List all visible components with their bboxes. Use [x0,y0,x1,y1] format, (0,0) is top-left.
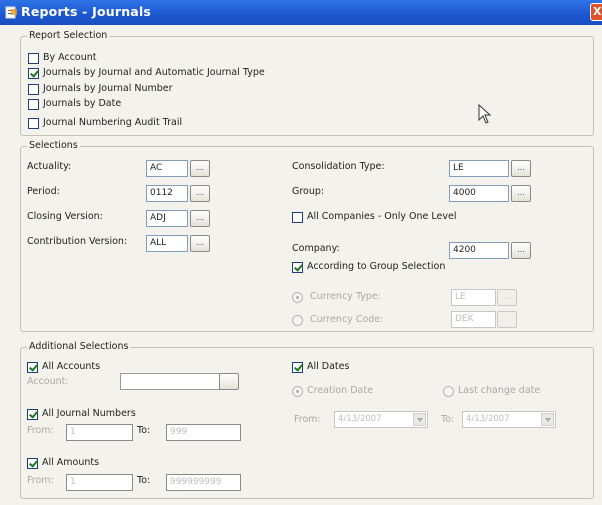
chevron-down-icon [413,413,426,426]
group-browse-button[interactable]: ... [511,185,531,202]
amount-from-label: From: [27,475,54,486]
audit-trail-checkbox[interactable] [28,118,39,129]
date-from-dropdown[interactable]: 4/13/2007 [334,411,428,428]
mouse-pointer-icon [478,104,492,124]
account-input[interactable] [120,373,220,390]
last-change-date-label: Last change date [458,385,541,396]
consolidation-type-input[interactable]: LE [449,160,509,177]
company-label: Company: [292,243,340,254]
company-input[interactable]: 4200 [449,242,509,259]
all-companies-label: All Companies - Only One Level [307,211,457,222]
all-journal-numbers-checkbox[interactable] [27,409,38,420]
journals-by-date-checkbox[interactable] [28,99,39,110]
according-to-group-checkbox[interactable] [292,262,303,273]
closing-version-label: Closing Version: [27,211,103,222]
currency-code-radio[interactable] [292,315,303,326]
group-label: Group: [292,186,325,197]
date-from-value: 4/13/2007 [338,414,382,424]
account-label: Account: [27,376,69,387]
currency-code-input[interactable]: DEK [451,311,496,328]
date-to-label: To: [441,414,455,425]
journals-by-type-label: Journals by Journal and Automatic Journa… [43,67,265,78]
all-amounts-checkbox[interactable] [27,458,38,469]
currency-code-label: Currency Code: [310,314,384,325]
journal-to-input[interactable]: 999 [166,424,241,441]
contribution-version-browse-button[interactable]: ... [190,235,210,252]
currency-type-browse-button[interactable]: ... [497,289,517,306]
closing-version-browse-button[interactable]: ... [190,210,210,227]
by-account-label: By Account [43,52,97,63]
contribution-version-label: Contribution Version: [27,236,128,247]
journal-from-input[interactable]: 1 [66,424,133,441]
currency-code-browse-button[interactable] [497,311,517,328]
currency-type-input[interactable]: LE [451,289,496,306]
report-selection-legend: Report Selection [27,30,110,41]
actuality-browse-button[interactable]: ... [190,160,210,177]
journals-by-date-label: Journals by Date [43,98,122,109]
window-title: Reports - Journals [21,4,152,19]
close-button[interactable]: X [590,3,602,21]
group-input[interactable]: 4000 [449,185,509,202]
all-amounts-label: All Amounts [42,457,100,468]
all-accounts-checkbox[interactable] [27,362,38,373]
contribution-version-input[interactable]: ALL [146,235,188,252]
creation-date-label: Creation Date [307,385,373,396]
close-icon: X [593,5,602,18]
all-companies-checkbox[interactable] [292,212,303,223]
period-browse-button[interactable]: ... [190,185,210,202]
consolidation-type-browse-button[interactable]: ... [511,160,531,177]
amount-from-input[interactable]: 1 [66,474,133,491]
date-to-dropdown[interactable]: 4/13/2007 [462,411,556,428]
consolidation-type-label: Consolidation Type: [292,161,385,172]
report-icon [5,6,17,19]
journals-by-number-label: Journals by Journal Number [43,83,173,94]
journal-from-label: From: [27,425,54,436]
date-to-value: 4/13/2007 [466,414,510,424]
company-browse-button[interactable]: ... [511,242,531,259]
all-accounts-label: All Accounts [42,361,101,372]
all-journal-numbers-label: All Journal Numbers [42,408,136,419]
amount-to-input[interactable]: 999999999 [166,474,241,491]
all-dates-checkbox[interactable] [292,362,303,373]
date-from-label: From: [294,414,321,425]
creation-date-radio[interactable] [292,386,303,397]
currency-type-label: Currency Type: [310,291,381,302]
reports-journals-window: Reports - Journals X Report Selection By… [0,0,602,505]
period-label: Period: [27,186,60,197]
account-browse-button[interactable] [219,373,239,390]
actuality-label: Actuality: [27,161,72,172]
currency-type-radio[interactable] [292,292,303,303]
all-dates-label: All Dates [307,361,350,372]
chevron-down-icon [541,413,554,426]
selections-legend: Selections [27,140,80,151]
audit-trail-label: Journal Numbering Audit Trail [43,117,183,128]
period-input[interactable]: 0112 [146,185,188,202]
additional-selections-legend: Additional Selections [27,341,131,352]
closing-version-input[interactable]: ADJ [146,210,188,227]
according-to-group-label: According to Group Selection [307,261,446,272]
journals-by-type-checkbox[interactable] [28,68,39,79]
actuality-input[interactable]: AC [146,160,188,177]
journal-to-label: To: [137,425,151,436]
last-change-date-radio[interactable] [443,386,454,397]
title-bar[interactable]: Reports - Journals X [0,0,602,25]
amount-to-label: To: [137,475,151,486]
by-account-checkbox[interactable] [28,53,39,64]
journals-by-number-checkbox[interactable] [28,84,39,95]
